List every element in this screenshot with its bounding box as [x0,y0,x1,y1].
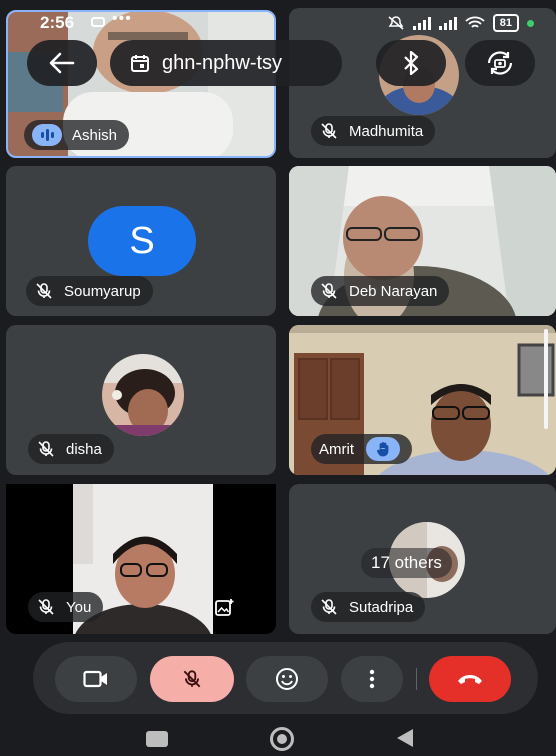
participant-tile-soumyarup[interactable]: S Soumyarup [6,166,276,316]
wifi-icon [465,16,485,28]
participant-tile-deb-narayan[interactable]: Deb Narayan [289,166,556,316]
calendar-icon [131,55,149,72]
system-navigation-bar [0,716,556,756]
recents-button[interactable] [146,731,168,747]
home-button[interactable] [270,727,294,751]
raised-hand-icon [366,437,400,461]
more-vertical-icon [369,669,375,689]
participant-name-pill: You [28,592,104,622]
others-count-text: 17 others [371,553,442,572]
scrollbar[interactable] [544,329,548,429]
privacy-indicator-icon [527,19,534,27]
emoji-icon [276,668,298,690]
participant-tile-amrit[interactable]: Amrit [289,325,556,475]
participant-name-pill: Soumyarup [26,276,153,306]
mic-off-icon [34,281,54,301]
participant-name-pill: Madhumita [311,116,436,146]
signal-icon [438,16,457,30]
participant-name-pill: disha [28,434,114,464]
participant-name: Madhumita [349,122,424,140]
audio-output-button[interactable] [376,40,446,86]
effects-button[interactable] [212,594,238,620]
audio-level-icon [32,124,62,146]
mic-off-icon [319,281,339,301]
mic-off-icon [319,597,339,617]
participant-avatar: S [88,206,196,276]
mic-toggle-button[interactable] [150,656,234,702]
participant-name-pill: Sutadripa [311,592,426,622]
participant-name-pill: Amrit [311,434,412,464]
switch-camera-button[interactable] [465,40,535,86]
status-bar: 2:56 ••• 81 [0,0,556,40]
arrow-left-icon [49,52,75,74]
mic-off-icon [319,121,339,141]
participant-name: You [66,598,92,616]
bluetooth-icon [404,51,419,75]
meeting-info-button[interactable]: ghn-nphw-tsy [110,40,342,86]
participant-tile-disha[interactable]: disha [6,325,276,475]
cast-icon [91,17,105,27]
meet-call-screen: Ashish Madhumita S Soumyarup Deb Narayan… [0,0,556,756]
call-controls-bar [33,642,538,714]
clock: 2:56 [40,13,75,32]
mic-off-icon [36,439,56,459]
video-camera-icon [83,670,107,688]
status-icons: 81 [387,14,534,32]
back-nav-button[interactable] [396,728,414,753]
others-count-label: 17 others [361,548,452,578]
home-icon [277,734,287,744]
participant-name: Sutadripa [349,598,414,616]
signal-icon [412,16,431,30]
participant-name: Deb Narayan [349,282,438,300]
camera-toggle-button[interactable] [55,656,137,702]
participant-tile-others[interactable]: 17 others Sutadripa [289,484,556,634]
mute-icon [388,16,404,30]
mic-off-icon [183,670,201,688]
participant-name-pill: Ashish [24,120,130,150]
participant-name: Soumyarup [64,282,141,300]
participant-name: disha [66,440,102,458]
more-options-button[interactable] [341,656,403,702]
hang-up-icon [458,675,482,684]
participant-name: Ashish [72,126,118,144]
leave-call-button[interactable] [429,656,511,702]
avatar-letter: S [129,219,155,262]
mic-off-icon [36,597,56,617]
notification-dots: ••• [112,10,132,27]
camera-switch-icon [487,51,513,75]
image-effects-icon [215,599,234,616]
participant-name-pill: Deb Narayan [311,276,450,306]
reactions-button[interactable] [246,656,328,702]
controls-divider [416,668,417,690]
triangle-back-icon [397,729,413,747]
participant-name: Amrit [319,440,354,458]
back-button[interactable] [27,40,97,86]
battery-icon: 81 [492,14,519,32]
participant-tile-you[interactable]: You [6,484,276,634]
meeting-code: ghn-nphw-tsy [162,51,283,74]
